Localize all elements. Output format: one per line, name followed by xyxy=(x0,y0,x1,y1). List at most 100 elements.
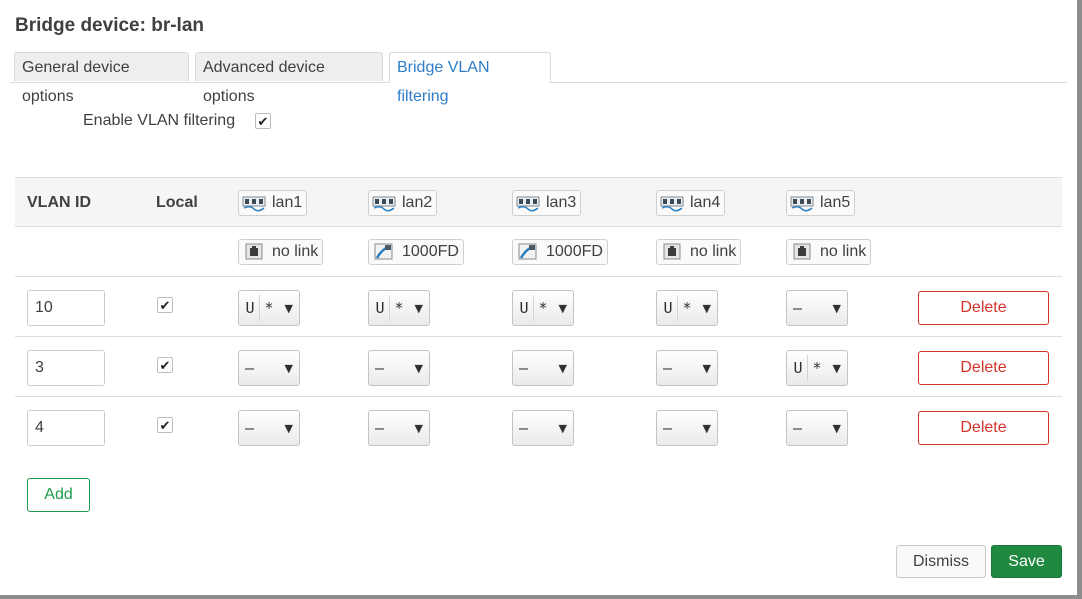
chevron-down-icon: ▼ xyxy=(558,422,567,435)
local-checkbox[interactable]: ✔ xyxy=(157,297,173,313)
port-membership-select-lan2[interactable]: – ▼ xyxy=(368,350,430,386)
header-local: Local xyxy=(156,194,198,211)
chevron-down-icon: ▼ xyxy=(702,422,711,435)
port-status-text: no link xyxy=(820,243,867,260)
delete-vlan-button[interactable]: Delete xyxy=(918,291,1049,325)
port-membership-select-lan4[interactable]: – ▼ xyxy=(656,410,718,446)
port-membership-select-lan3[interactable]: U * ▼ xyxy=(512,290,574,326)
port-status-text: 1000FD xyxy=(546,243,603,260)
chevron-down-icon: ▼ xyxy=(558,362,567,375)
port-mode-pvid: * xyxy=(812,359,822,377)
port-connected-icon xyxy=(516,243,540,261)
local-checkbox[interactable]: ✔ xyxy=(157,357,173,373)
chevron-down-icon: ▼ xyxy=(702,302,711,315)
enable-vlan-filtering-label: Enable VLAN filtering xyxy=(83,112,236,129)
ethernet-ports-icon xyxy=(660,194,684,212)
port-mode-none: – xyxy=(245,419,255,437)
local-checkbox[interactable]: ✔ xyxy=(157,417,173,433)
port-membership-select-lan5[interactable]: – ▼ xyxy=(786,290,848,326)
tab-bar: General device options Advanced device o… xyxy=(10,52,1067,105)
port-membership-select-lan1[interactable]: U * ▼ xyxy=(238,290,300,326)
chevron-down-icon: ▼ xyxy=(414,302,423,315)
add-vlan-button[interactable]: Add xyxy=(27,478,90,512)
chevron-down-icon: ▼ xyxy=(702,362,711,375)
chevron-down-icon: ▼ xyxy=(558,302,567,315)
port-membership-select-lan3[interactable]: – ▼ xyxy=(512,350,574,386)
dialog-title: Bridge device: br-lan xyxy=(15,15,204,36)
port-mode-none: – xyxy=(245,359,255,377)
checkmark-icon: ✔ xyxy=(157,297,173,313)
chevron-down-icon: ▼ xyxy=(284,362,293,375)
port-status-lan4: no link xyxy=(656,239,742,265)
port-mode-untagged: U xyxy=(663,299,673,317)
table-row: 10 ✔ U * ▼ U * ▼ U * ▼ U * ▼ – ▼ Delete xyxy=(15,276,1062,337)
port-membership-select-lan4[interactable]: U * ▼ xyxy=(656,290,718,326)
port-disconnected-icon xyxy=(790,243,814,261)
port-disconnected-icon xyxy=(242,243,266,261)
port-status-text: 1000FD xyxy=(402,243,459,260)
port-mode-none: – xyxy=(519,359,529,377)
port-mode-untagged: U xyxy=(375,299,385,317)
enable-vlan-filtering-checkbox[interactable]: ✔ xyxy=(255,113,271,129)
tab-bridge-vlan-filtering[interactable]: Bridge VLAN filtering xyxy=(389,52,551,105)
port-disconnected-icon xyxy=(660,243,684,261)
table-row: 3 ✔ – ▼ – ▼ – ▼ – ▼ U * ▼ Delete xyxy=(15,336,1062,397)
port-status-lan1: no link xyxy=(238,239,324,265)
vlan-id-input[interactable]: 10 xyxy=(27,290,105,326)
vlan-id-input[interactable]: 3 xyxy=(27,350,105,386)
ethernet-ports-icon xyxy=(372,194,396,212)
port-connected-icon xyxy=(372,243,396,261)
port-mode-pvid: * xyxy=(682,299,692,317)
chevron-down-icon: ▼ xyxy=(832,302,841,315)
header-vlan-id: VLAN ID xyxy=(27,194,91,211)
table-header-row: VLAN ID Local lan1 lan2 lan3 lan4 lan5 xyxy=(15,177,1062,227)
ethernet-ports-icon xyxy=(242,194,266,212)
chevron-down-icon: ▼ xyxy=(284,422,293,435)
chevron-down-icon: ▼ xyxy=(832,422,841,435)
ethernet-ports-icon xyxy=(790,194,814,212)
port-mode-untagged: U xyxy=(793,359,803,377)
chevron-down-icon: ▼ xyxy=(414,362,423,375)
modal-border-right xyxy=(1077,0,1082,599)
port-status-row: no link 1000FD 1000FD no link no link xyxy=(15,226,1062,277)
port-mode-none: – xyxy=(519,419,529,437)
tab-general-device-options[interactable]: General device options xyxy=(14,52,189,105)
ethernet-ports-icon xyxy=(516,194,540,212)
port-mode-none: – xyxy=(375,419,385,437)
port-mode-pvid: * xyxy=(538,299,548,317)
port-membership-select-lan2[interactable]: U * ▼ xyxy=(368,290,430,326)
tab-advanced-device-options[interactable]: Advanced device options xyxy=(195,52,383,105)
port-header-lan2: lan2 xyxy=(368,190,438,216)
port-status-text: no link xyxy=(272,243,319,260)
port-membership-select-lan1[interactable]: – ▼ xyxy=(238,350,300,386)
port-mode-none: – xyxy=(793,419,803,437)
port-mode-none: – xyxy=(663,419,673,437)
port-name: lan4 xyxy=(690,194,721,211)
chevron-down-icon: ▼ xyxy=(832,362,841,375)
delete-vlan-button[interactable]: Delete xyxy=(918,351,1049,385)
port-membership-select-lan5[interactable]: – ▼ xyxy=(786,410,848,446)
port-name: lan2 xyxy=(402,194,433,211)
checkmark-icon: ✔ xyxy=(157,417,173,433)
port-mode-none: – xyxy=(663,359,673,377)
modal-border-bottom xyxy=(0,595,1082,599)
port-membership-select-lan2[interactable]: – ▼ xyxy=(368,410,430,446)
vlan-id-input[interactable]: 4 xyxy=(27,410,105,446)
port-header-lan4: lan4 xyxy=(656,190,726,216)
port-status-lan5: no link xyxy=(786,239,872,265)
port-membership-select-lan4[interactable]: – ▼ xyxy=(656,350,718,386)
dismiss-button[interactable]: Dismiss xyxy=(896,545,986,578)
port-status-text: no link xyxy=(690,243,737,260)
checkmark-icon: ✔ xyxy=(157,357,173,373)
checkmark-icon: ✔ xyxy=(255,113,271,129)
port-mode-pvid: * xyxy=(394,299,404,317)
port-mode-untagged: U xyxy=(519,299,529,317)
port-membership-select-lan5[interactable]: U * ▼ xyxy=(786,350,848,386)
port-mode-none: – xyxy=(375,359,385,377)
port-membership-select-lan1[interactable]: – ▼ xyxy=(238,410,300,446)
port-membership-select-lan3[interactable]: – ▼ xyxy=(512,410,574,446)
delete-vlan-button[interactable]: Delete xyxy=(918,411,1049,445)
save-button[interactable]: Save xyxy=(991,545,1062,578)
chevron-down-icon: ▼ xyxy=(284,302,293,315)
table-row: 4 ✔ – ▼ – ▼ – ▼ – ▼ – ▼ Delete xyxy=(15,396,1062,457)
